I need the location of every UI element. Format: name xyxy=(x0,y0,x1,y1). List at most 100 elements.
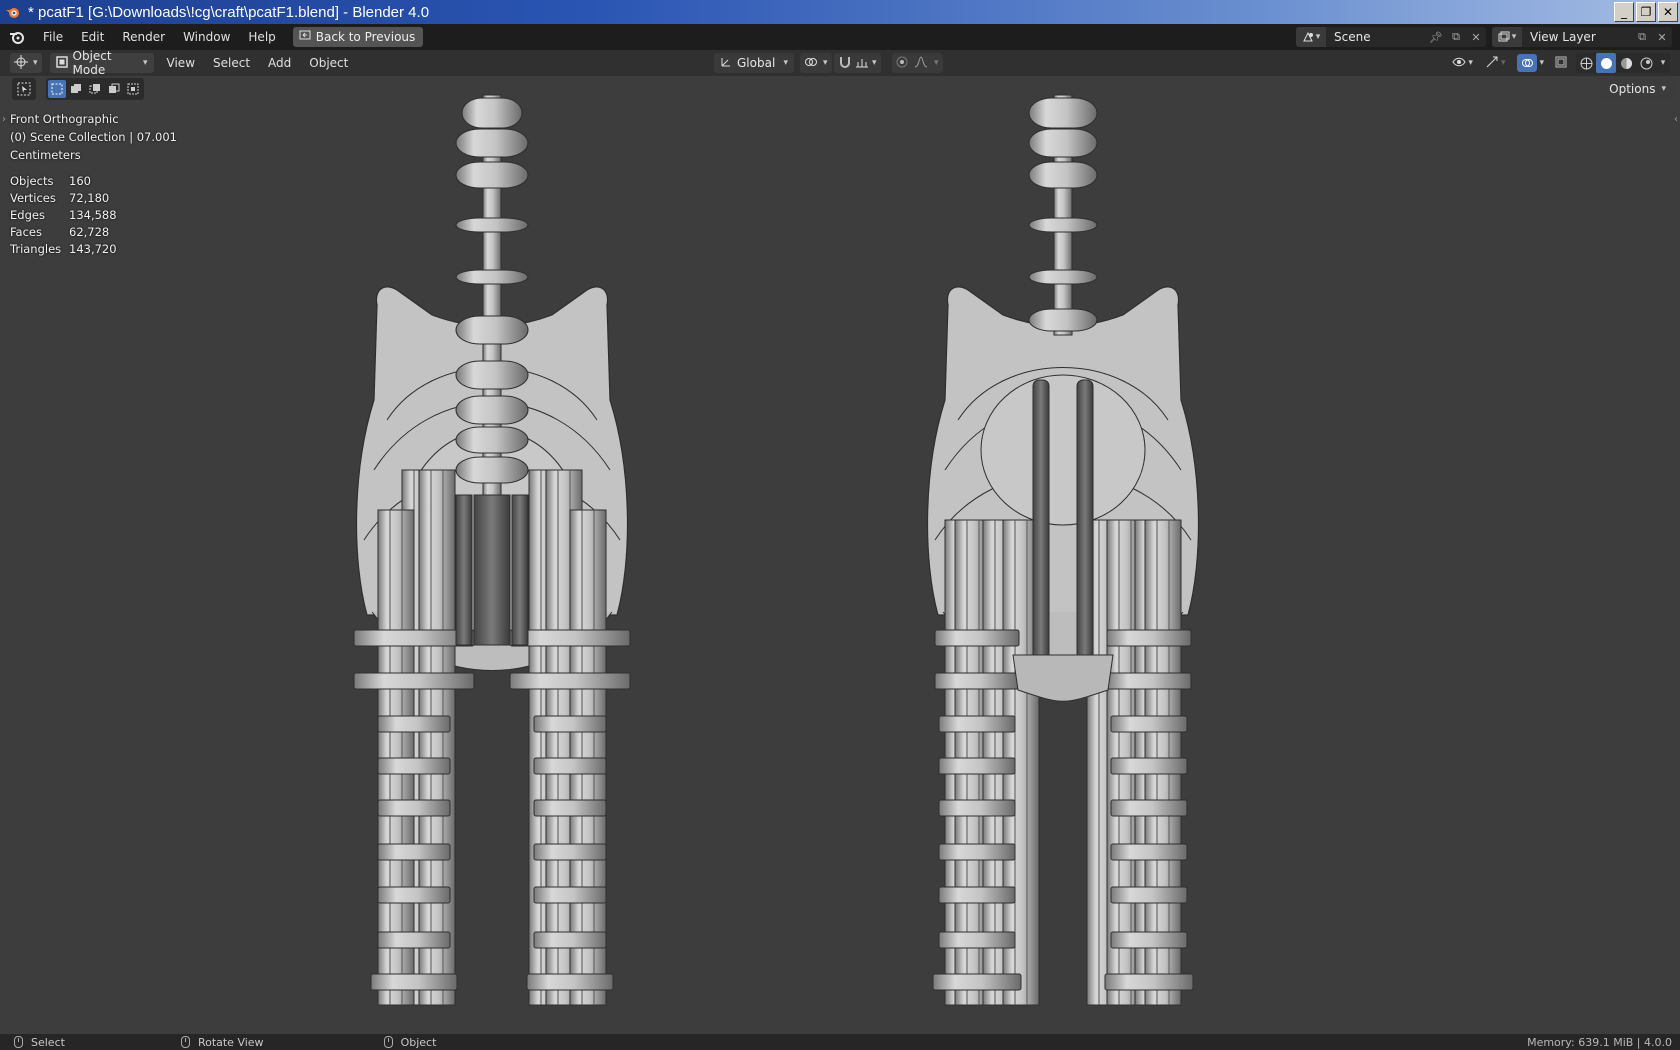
header-menu-object[interactable]: Object xyxy=(300,56,357,70)
status-bar: Select Rotate View Object Memory: 639.1 … xyxy=(0,1034,1680,1050)
close-button[interactable]: ✕ xyxy=(1658,2,1678,22)
joint-ring xyxy=(533,931,607,949)
header-menu-view[interactable]: View xyxy=(158,56,204,70)
rendered-shading-icon[interactable] xyxy=(1636,57,1656,70)
wireframe-shading-icon[interactable] xyxy=(1576,57,1596,70)
spine-disc xyxy=(1028,97,1098,129)
joint-ring xyxy=(1110,931,1188,949)
spine-dark-bar xyxy=(1076,379,1094,661)
joint-ring xyxy=(533,843,607,861)
joint-ring xyxy=(377,843,451,861)
joint-ring xyxy=(1110,843,1188,861)
pivot-icon xyxy=(804,56,818,71)
new-view-layer-icon[interactable]: ⧉ xyxy=(1632,30,1652,44)
stat-row: Triangles 143,720 xyxy=(10,241,117,258)
spine-disc xyxy=(455,456,529,484)
spine-disc xyxy=(455,161,529,189)
spine-disc xyxy=(1028,269,1098,285)
solid-shading-icon[interactable] xyxy=(1596,53,1616,73)
overlays-dropdown[interactable]: ▾ xyxy=(1515,53,1546,73)
snap-controls[interactable]: ▾ xyxy=(834,53,881,73)
orientation-label: Global xyxy=(737,56,776,70)
title-bar: * pcatF1 [G:\Downloads\!cg\craft\pcatF1.… xyxy=(0,0,1680,24)
memory-usage: Memory: 639.1 MiB | 4.0.0 xyxy=(1527,1035,1672,1049)
joint-ring xyxy=(377,799,451,817)
snap-magnet-icon[interactable] xyxy=(838,55,852,72)
joint-ring xyxy=(1106,629,1192,647)
joint-ring xyxy=(1104,973,1194,991)
spine-dark-bar xyxy=(1032,379,1050,661)
blender-logo-icon[interactable] xyxy=(6,26,28,48)
stat-label: Edges xyxy=(10,208,45,222)
joint-ring xyxy=(533,715,607,733)
spine-disc xyxy=(455,360,529,390)
stat-value: 72,180 xyxy=(69,191,110,205)
stat-row: Vertices 72,180 xyxy=(10,190,117,207)
scene-name[interactable]: Scene xyxy=(1326,30,1426,44)
joint-ring xyxy=(938,843,1016,861)
falloff-curve-icon[interactable] xyxy=(914,55,928,71)
viewport-scene[interactable] xyxy=(0,76,1680,1034)
pivot-point-dropdown[interactable]: ▾ xyxy=(800,53,832,73)
visibility-dropdown[interactable]: ▾ xyxy=(1450,53,1475,73)
delete-scene-icon[interactable]: ✕ xyxy=(1466,31,1486,44)
top-menu-bar: File Edit Render Window Help Back to Pre… xyxy=(0,24,1680,50)
transform-orientation-dropdown[interactable]: Global ▾ xyxy=(714,53,794,73)
spine-disc xyxy=(455,315,529,345)
object-mode-dropdown[interactable]: Object Mode ▾ xyxy=(49,49,154,77)
cat-model-front[interactable] xyxy=(353,94,631,1006)
pin-icon[interactable]: 📌︎ xyxy=(1426,31,1446,44)
menu-window[interactable]: Window xyxy=(174,30,239,44)
back-to-previous-button[interactable]: Back to Previous xyxy=(292,27,424,47)
orientation-icon xyxy=(720,56,732,71)
joint-ring xyxy=(533,886,607,904)
restore-button[interactable]: ❐ xyxy=(1636,2,1656,22)
new-scene-icon[interactable]: ⧉ xyxy=(1446,30,1466,44)
joint-ring xyxy=(932,973,1022,991)
menu-file[interactable]: File xyxy=(34,30,72,44)
stat-row: Faces 62,728 xyxy=(10,224,117,241)
gizmo-dropdown[interactable]: ▾ xyxy=(1483,53,1508,73)
side-dark-bar xyxy=(455,494,473,646)
snap-increment-icon[interactable] xyxy=(855,56,869,71)
joint-ring xyxy=(526,973,614,991)
spine-disc xyxy=(455,269,529,285)
object-mode-label: Object Mode xyxy=(72,49,112,77)
stat-label: Triangles xyxy=(10,242,62,256)
proportional-editing-controls[interactable]: ▾ xyxy=(892,53,943,73)
view-layer-selector[interactable]: ▾ View Layer ⧉ ✕ xyxy=(1492,27,1672,47)
header-menu-select[interactable]: Select xyxy=(204,56,259,70)
gizmo-icon[interactable] xyxy=(1485,55,1499,72)
material-preview-shading-icon[interactable] xyxy=(1616,57,1636,70)
status-object-hint: Object xyxy=(383,1036,436,1049)
menu-edit[interactable]: Edit xyxy=(72,30,113,44)
minimize-button[interactable]: _ xyxy=(1614,2,1634,22)
scene-icon: ▾ xyxy=(1296,27,1326,47)
3d-viewport[interactable] xyxy=(0,76,1680,1034)
shading-mode-group: ▾ xyxy=(1576,53,1670,73)
shading-options-chevron-icon[interactable]: ▾ xyxy=(1656,58,1670,68)
stat-value: 143,720 xyxy=(69,242,117,256)
joint-ring xyxy=(938,799,1016,817)
view-layer-name[interactable]: View Layer xyxy=(1522,30,1632,44)
cat-model-back[interactable] xyxy=(926,94,1200,1006)
spine-disc xyxy=(461,97,523,129)
xray-toggle-icon[interactable] xyxy=(1554,55,1568,72)
overlays-icon[interactable] xyxy=(1517,54,1538,72)
joint-ring xyxy=(934,629,1020,647)
scene-selector[interactable]: ▾ Scene 📌︎ ⧉ ✕ xyxy=(1296,27,1486,47)
spine-disc xyxy=(1028,217,1098,233)
menu-render[interactable]: Render xyxy=(113,30,174,44)
joint-ring xyxy=(377,886,451,904)
delete-view-layer-icon[interactable]: ✕ xyxy=(1652,31,1672,44)
menu-help[interactable]: Help xyxy=(239,30,284,44)
editor-type-button[interactable]: ▾ xyxy=(10,53,42,73)
spine-disc xyxy=(455,217,529,233)
proportional-editing-icon[interactable] xyxy=(896,56,908,71)
joint-ring xyxy=(533,799,607,817)
spine-disc xyxy=(455,395,529,425)
header-menu-add[interactable]: Add xyxy=(259,56,300,70)
joint-ring xyxy=(509,672,631,690)
spine-disc xyxy=(455,128,529,158)
spine-disc xyxy=(1028,161,1098,189)
